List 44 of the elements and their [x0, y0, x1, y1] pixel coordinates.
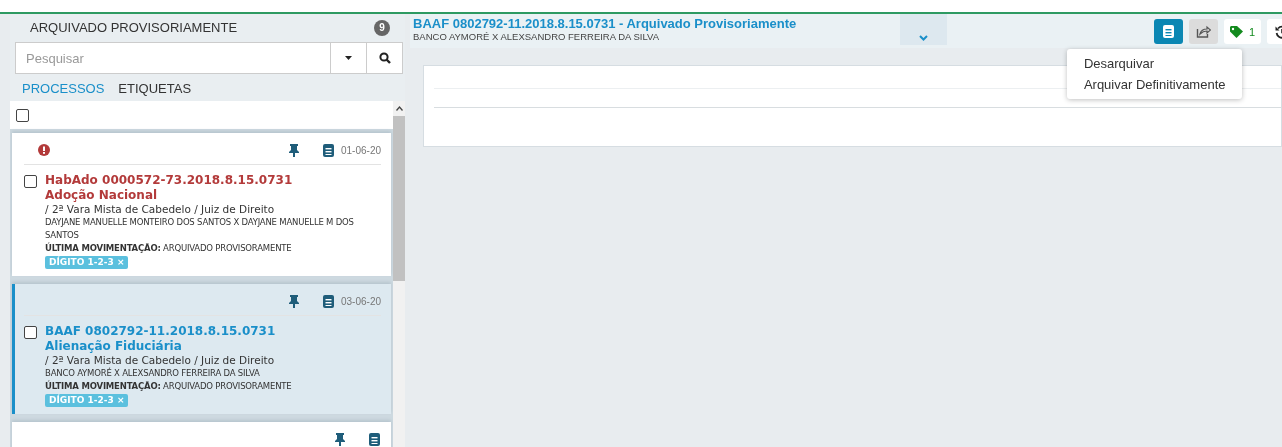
scrollbar[interactable]: [393, 101, 405, 447]
parties-text: BANCO AYMORÉ X ALEXSANDRO FERREIRA DA SILVA: [45, 367, 261, 380]
court-text: / 2ª Vara Mista de Cabedelo / Juiz de Direito: [45, 203, 276, 216]
process-number[interactable]: BAAF 0802792-11.2018.8.15.0731: [45, 324, 292, 339]
chevron-down-icon: [919, 35, 929, 41]
pin-icon[interactable]: [334, 432, 346, 446]
search-icon: [378, 52, 391, 64]
book-icon: [1161, 24, 1175, 39]
process-class: Adoção Nacional: [45, 188, 159, 203]
pin-icon[interactable]: [287, 294, 300, 308]
parties-text: BANCO AYMORÉ X ALEXSANDRO FERREIRA DA SILVA: [413, 31, 661, 42]
tag-button[interactable]: 1: [1223, 19, 1261, 44]
pin-icon[interactable]: [287, 143, 300, 157]
checkbox[interactable]: [16, 108, 29, 122]
book-icon[interactable]: [368, 431, 381, 447]
date: 03-06-20: [340, 295, 381, 307]
tag-icon: [1229, 25, 1245, 38]
tab[interactable]: ETIQUETAS: [118, 81, 192, 96]
checkbox[interactable]: [24, 326, 37, 339]
menu-item[interactable]: Desarquivar: [1066, 53, 1242, 74]
count-badge: 9: [374, 19, 390, 36]
share-icon: [1195, 25, 1211, 38]
process-number[interactable]: HabAdo 0000572-73.2018.8.15.0731: [45, 173, 381, 188]
menu-item[interactable]: Arquivar Definitivamente: [1066, 74, 1242, 95]
last-movement: ÚLTIMA MOVIMENTAÇÃO: ARQUIVADO PROVISORAMENTE: [45, 242, 293, 255]
checkbox[interactable]: [24, 175, 37, 188]
scroll-thumb[interactable]: [393, 116, 405, 281]
search-button[interactable]: [367, 42, 403, 74]
process-title: BAAF 0802792-11.2018.8.15.0731 - Arquivado Provisoriamente: [413, 16, 797, 31]
search-field[interactable]: Pesquisar: [15, 42, 331, 74]
list-title: ARQUIVADO PROVISORIAMENTE: [30, 20, 239, 35]
court-text: / 2ª Vara Mista de Cabedelo / Juiz de Direito: [45, 354, 276, 367]
tab[interactable]: PROCESSOS: [22, 81, 105, 96]
book-button[interactable]: [1153, 19, 1183, 44]
last-movement: ÚLTIMA MOVIMENTAÇÃO: ARQUIVADO PROVISORAMENTE: [45, 380, 292, 393]
caret-icon: [345, 56, 352, 60]
process-class: Alienação Fiduciária: [45, 339, 183, 354]
caret-up-icon: [395, 106, 403, 111]
date: 01-06-20: [340, 144, 381, 156]
process-card[interactable]: [12, 284, 391, 414]
parties-text: DAYJANE MANUELLE MONTEIRO DOS SANTOS X DAYJANE MANUELLE M DOS SANTOS: [45, 216, 355, 242]
book-icon[interactable]: [321, 293, 335, 309]
process-card[interactable]: [12, 133, 391, 276]
book-icon[interactable]: [321, 142, 335, 158]
